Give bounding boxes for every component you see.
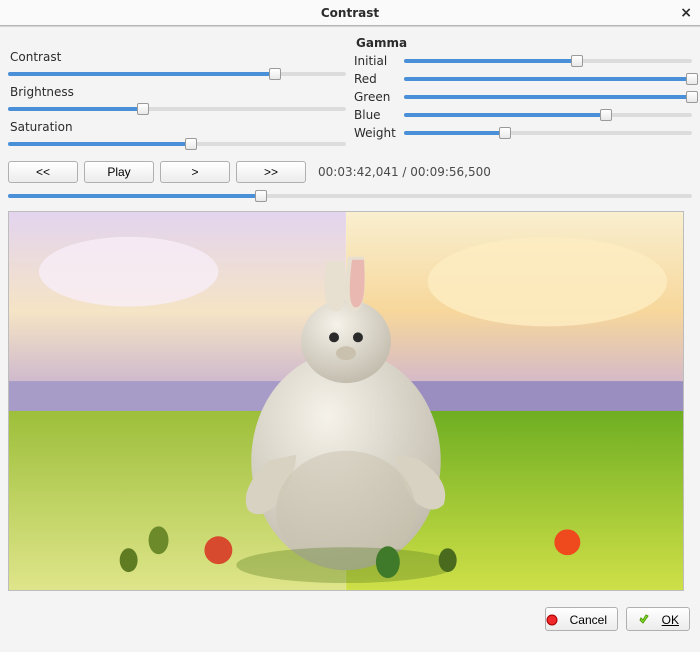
saturation-label: Saturation bbox=[10, 120, 346, 134]
gamma-weight-slider[interactable] bbox=[404, 126, 692, 140]
gamma-green-label: Green bbox=[354, 90, 398, 104]
rewind-button[interactable]: << bbox=[8, 161, 78, 183]
gamma-red-label: Red bbox=[354, 72, 398, 86]
cancel-button[interactable]: Cancel bbox=[545, 607, 618, 631]
saturation-slider[interactable] bbox=[8, 137, 346, 151]
contrast-slider[interactable] bbox=[8, 67, 346, 81]
fast-forward-button[interactable]: >> bbox=[236, 161, 306, 183]
gamma-blue-label: Blue bbox=[354, 108, 398, 122]
ok-button[interactable]: OK bbox=[626, 607, 690, 631]
play-button[interactable]: Play bbox=[84, 161, 154, 183]
cancel-icon bbox=[546, 614, 558, 626]
gamma-green-slider[interactable] bbox=[404, 90, 692, 104]
timecode-readout: 00:03:42,041 / 00:09:56,500 bbox=[318, 165, 491, 179]
gamma-panel: Gamma Initial Red Green Blue bbox=[354, 36, 692, 155]
gamma-red-slider[interactable] bbox=[404, 72, 692, 86]
dialog-footer: Cancel OK bbox=[0, 597, 700, 639]
gamma-weight-label: Weight bbox=[354, 126, 398, 140]
titlebar: Contrast × bbox=[0, 0, 700, 26]
playback-controls: << Play > >> 00:03:42,041 / 00:09:56,500 bbox=[8, 161, 692, 183]
seek-slider[interactable] bbox=[8, 189, 692, 203]
brightness-slider[interactable] bbox=[8, 102, 346, 116]
step-forward-button[interactable]: > bbox=[160, 161, 230, 183]
video-preview bbox=[8, 211, 684, 591]
contrast-label: Contrast bbox=[10, 50, 346, 64]
brightness-label: Brightness bbox=[10, 85, 346, 99]
image-adjust-panel: Contrast Brightness Saturation bbox=[8, 36, 346, 155]
gamma-initial-label: Initial bbox=[354, 54, 398, 68]
gamma-blue-slider[interactable] bbox=[404, 108, 692, 122]
ok-label: OK bbox=[662, 613, 679, 627]
window-title: Contrast bbox=[321, 6, 379, 20]
close-icon[interactable]: × bbox=[680, 0, 692, 26]
gamma-initial-slider[interactable] bbox=[404, 54, 692, 68]
gamma-title: Gamma bbox=[356, 36, 692, 50]
ok-icon bbox=[638, 614, 650, 626]
cancel-label: Cancel bbox=[570, 613, 607, 627]
